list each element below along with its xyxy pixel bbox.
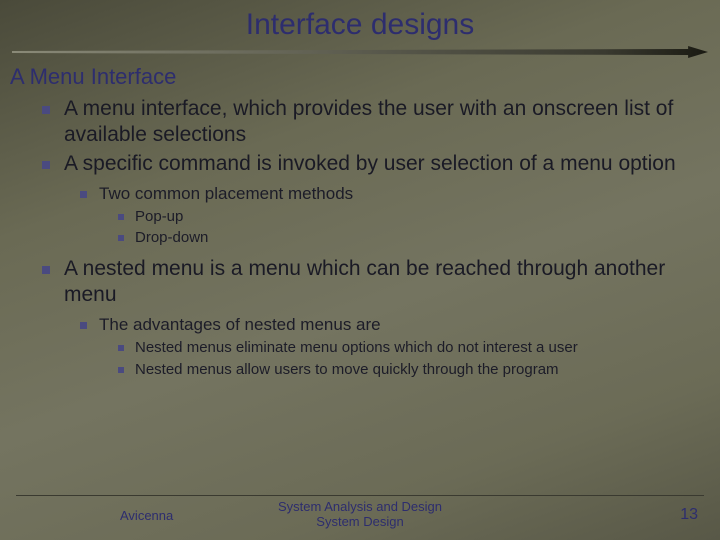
footer-line1: System Analysis and Design: [0, 500, 720, 515]
bullet-level3: Nested menus allow users to move quickly…: [118, 360, 702, 380]
bullet-text: A menu interface, which provides the use…: [64, 96, 702, 149]
bullet-level2: The advantages of nested menus are: [80, 314, 702, 336]
bullet-text: A specific command is invoked by user se…: [64, 151, 676, 177]
footer-center: System Analysis and Design System Design: [0, 500, 720, 530]
bullet-icon: [118, 345, 124, 351]
bullet-icon: [80, 322, 87, 329]
content-area: A menu interface, which provides the use…: [24, 96, 702, 379]
footer: Avicenna System Analysis and Design Syst…: [0, 500, 720, 530]
bullet-icon: [80, 191, 87, 198]
bullet-level1: A nested menu is a menu which can be rea…: [42, 256, 702, 309]
bullet-icon: [118, 367, 124, 373]
bullet-text: Nested menus eliminate menu options whic…: [135, 338, 578, 358]
bullet-level1: A specific command is invoked by user se…: [42, 151, 702, 177]
slide-subtitle: A Menu Interface: [10, 64, 720, 90]
bullet-icon: [42, 266, 50, 274]
bullet-text: The advantages of nested menus are: [99, 314, 381, 336]
slide: Interface designs A Menu Interface A men…: [0, 0, 720, 540]
bullet-text: Pop-up: [135, 207, 183, 227]
arrow-divider: [12, 46, 708, 58]
bullet-icon: [42, 106, 50, 114]
bullet-text: Drop-down: [135, 228, 208, 248]
page-number: 13: [680, 506, 698, 524]
bullet-level3: Nested menus eliminate menu options whic…: [118, 338, 702, 358]
slide-title: Interface designs: [0, 0, 720, 46]
bullet-level2: Two common placement methods: [80, 183, 702, 205]
bullet-text: Two common placement methods: [99, 183, 353, 205]
bullet-level3: Pop-up: [118, 207, 702, 227]
bullet-level1: A menu interface, which provides the use…: [42, 96, 702, 149]
footer-line2: System Design: [0, 515, 720, 530]
bullet-text: Nested menus allow users to move quickly…: [135, 360, 559, 380]
bullet-icon: [118, 235, 124, 241]
bullet-text: A nested menu is a menu which can be rea…: [64, 256, 702, 309]
bullet-level3: Drop-down: [118, 228, 702, 248]
footer-divider: [16, 495, 704, 496]
bullet-icon: [118, 214, 124, 220]
bullet-icon: [42, 161, 50, 169]
